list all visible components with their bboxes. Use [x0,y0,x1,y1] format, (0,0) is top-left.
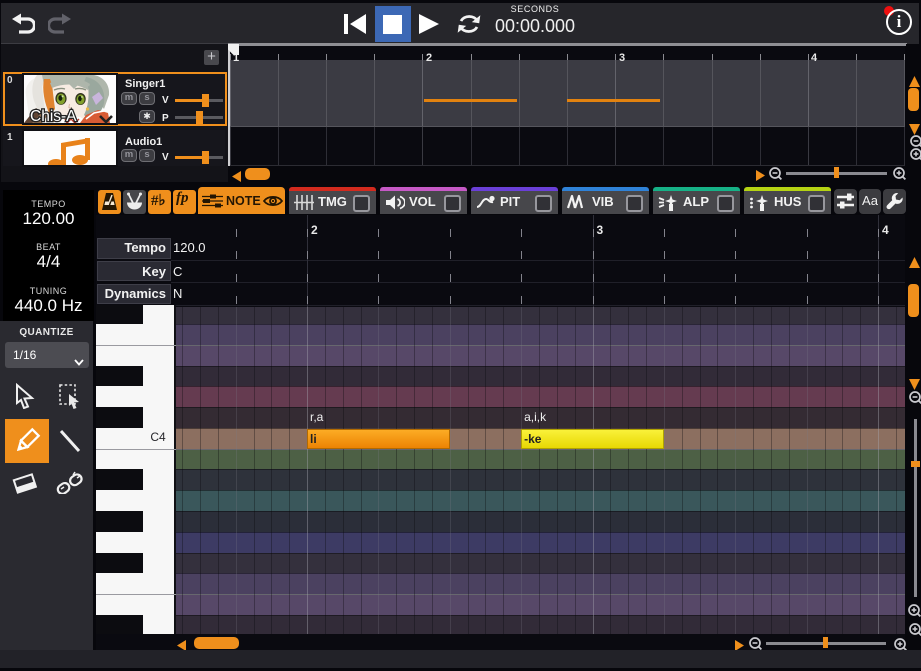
svg-text:Chis-A: Chis-A [30,108,77,125]
